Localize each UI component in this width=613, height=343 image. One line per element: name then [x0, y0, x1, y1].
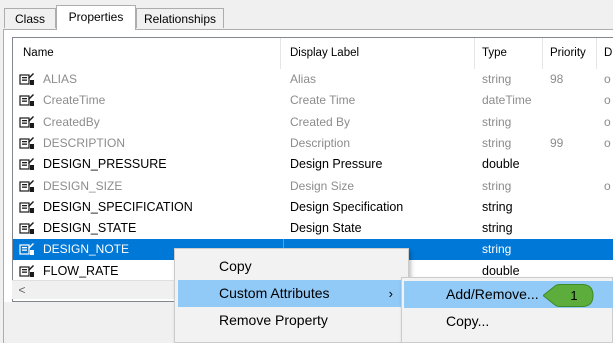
- cell-d: o: [604, 178, 611, 193]
- cell-type: string: [482, 221, 513, 236]
- step-callout: 1: [542, 283, 595, 308]
- cell-type: string: [482, 199, 513, 214]
- cell-label: Alias: [290, 72, 317, 86]
- cell-label: Description: [290, 135, 351, 150]
- property-icon: [19, 93, 35, 107]
- cell-type: string: [482, 242, 512, 257]
- table-row[interactable]: DESIGN_SPECIFICATION Design Specification…: [13, 197, 613, 218]
- cell-label: Design Size: [290, 178, 355, 193]
- cell-type: string: [482, 178, 512, 193]
- cell-priority: [543, 90, 597, 111]
- property-name: DESIGN_STATE: [43, 221, 137, 236]
- property-name: DESCRIPTION: [43, 135, 126, 150]
- cell-d: o: [604, 135, 611, 150]
- cell-label: Design State: [290, 221, 362, 236]
- cell-priority: [543, 197, 597, 218]
- cell-priority: [543, 239, 597, 260]
- table-row[interactable]: DESIGN_SIZE Design Size string o: [13, 176, 613, 197]
- cell-type: dateTime: [482, 93, 532, 108]
- property-icon: [19, 115, 35, 129]
- tab-properties[interactable]: Properties: [56, 5, 136, 30]
- cell-type: string: [482, 135, 512, 150]
- menu-item-remove-property[interactable]: Remove Property: [178, 307, 407, 334]
- cell-d: [597, 197, 613, 218]
- cell-d: [597, 239, 613, 260]
- cell-label: Design Specification: [290, 199, 404, 214]
- table-row[interactable]: CreateTime Create Time dateTime o: [13, 90, 613, 111]
- column-header-name[interactable]: Name: [13, 38, 281, 69]
- cell-priority: [543, 176, 597, 197]
- property-name: FLOW_RATE: [43, 263, 119, 278]
- property-name: CreateTime: [43, 93, 106, 108]
- cell-label: Create Time: [290, 93, 356, 108]
- property-name: DESIGN_SIZE: [43, 178, 123, 193]
- tab-relationships-label: Relationships: [143, 12, 217, 26]
- property-icon: [19, 157, 35, 171]
- cell-priority: 99: [550, 135, 564, 150]
- callout-number: 1: [570, 288, 578, 303]
- cell-d: o: [604, 93, 611, 108]
- property-icon: [19, 179, 35, 193]
- property-icon: [19, 242, 35, 256]
- cell-type: string: [482, 72, 512, 86]
- property-icon: [19, 221, 35, 235]
- cell-priority: [543, 112, 597, 133]
- cell-type: string: [482, 114, 512, 129]
- property-name: ALIAS: [43, 72, 78, 86]
- property-name: DESIGN_NOTE: [43, 242, 130, 257]
- menu-item-copy-attributes[interactable]: Copy...: [404, 308, 613, 335]
- tab-class[interactable]: Class: [4, 8, 56, 28]
- tab-class-label: Class: [14, 12, 45, 26]
- table-row[interactable]: ALIAS Alias string 98 o: [13, 69, 613, 90]
- property-icon: [19, 264, 35, 278]
- submenu-arrow-icon: ›: [388, 286, 393, 301]
- cell-priority: 98: [550, 72, 564, 86]
- property-name: DESIGN_SPECIFICATION: [43, 199, 193, 214]
- context-menu: Copy Custom Attributes › Remove Property: [174, 248, 409, 343]
- tab-strip: Class Properties Relationships: [0, 0, 613, 32]
- table-row[interactable]: DESIGN_STATE Design State string: [13, 218, 613, 239]
- column-header-display-label[interactable]: Display Label: [283, 38, 475, 69]
- cell-label: Created By: [290, 114, 351, 129]
- menu-item-copy[interactable]: Copy: [178, 253, 407, 280]
- table-row[interactable]: DESIGN_PRESSURE Design Pressure double: [13, 154, 613, 175]
- column-header-type[interactable]: Type: [475, 38, 543, 69]
- cell-d: o: [604, 114, 611, 129]
- table-row[interactable]: CreatedBy Created By string o: [13, 112, 613, 133]
- grid-header: Name Display Label Type Priority D: [13, 38, 613, 69]
- tab-properties-label: Properties: [68, 10, 124, 24]
- property-name: DESIGN_PRESSURE: [43, 157, 167, 172]
- table-row[interactable]: DESCRIPTION Description string 99 o: [13, 133, 613, 154]
- property-icon: [19, 136, 35, 150]
- cell-priority: [543, 154, 597, 175]
- column-header-d[interactable]: D: [597, 38, 613, 69]
- scroll-left-arrow-icon[interactable]: <: [15, 283, 29, 297]
- cell-type: double: [482, 157, 520, 172]
- menu-item-custom-attributes[interactable]: Custom Attributes ›: [178, 280, 407, 307]
- cell-d: [597, 154, 613, 175]
- property-icon: [19, 200, 35, 214]
- column-header-priority[interactable]: Priority: [543, 38, 597, 69]
- cell-d: [597, 218, 613, 239]
- property-name: CreatedBy: [43, 114, 100, 129]
- cell-priority: [543, 218, 597, 239]
- property-icon: [19, 72, 35, 86]
- cell-d: o: [604, 72, 611, 86]
- cell-label: Design Pressure: [290, 157, 383, 172]
- tab-relationships[interactable]: Relationships: [136, 8, 224, 28]
